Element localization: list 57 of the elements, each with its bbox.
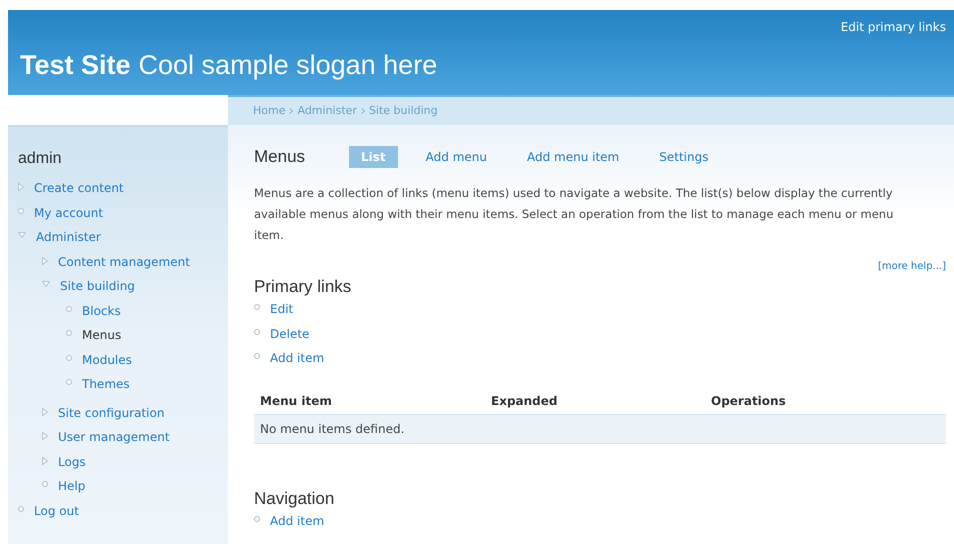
triangle-right-icon bbox=[42, 256, 48, 264]
column-header: Menu item bbox=[259, 392, 333, 410]
circle-bullet-icon bbox=[18, 506, 24, 512]
column-header: Expanded bbox=[490, 392, 558, 410]
sidebar-menu-link[interactable]: Content management bbox=[58, 254, 190, 268]
description-paragraph: Menus are a collection of links (menu items) used to navigate a website. The list(s) below display the currently available menus along with their menu items. Select an operation from the list to manage each menu or menu item. bbox=[254, 185, 894, 244]
sidebar-menu-link[interactable]: User management bbox=[58, 430, 170, 444]
breadcrumb-link[interactable]: Administer bbox=[297, 102, 357, 120]
column-header: Operations bbox=[710, 392, 786, 410]
sidebar-menu-link[interactable]: Menus bbox=[82, 328, 122, 342]
sidebar-menu-link[interactable]: Site building bbox=[60, 279, 135, 293]
sidebar-menu-link[interactable]: Modules bbox=[82, 352, 132, 366]
menu-operation-link[interactable]: Add item bbox=[270, 351, 324, 365]
sidebar-title: admin bbox=[18, 149, 63, 169]
sidebar-menu-link[interactable]: My account bbox=[34, 206, 104, 220]
sidebar-menu-link[interactable]: Site configuration bbox=[58, 406, 164, 420]
chevron-separator-icon bbox=[289, 108, 294, 114]
circle-bullet-icon bbox=[66, 379, 72, 385]
sidebar-menu-link[interactable]: Create content bbox=[34, 181, 124, 195]
menu-operation-link[interactable]: Add item bbox=[270, 514, 324, 528]
primary-link[interactable]: Edit primary links bbox=[840, 18, 946, 36]
triangle-down-icon bbox=[42, 281, 50, 287]
sidebar-menu-link[interactable]: Help bbox=[58, 479, 86, 493]
circle-bullet-icon bbox=[18, 208, 24, 214]
tab[interactable]: Settings bbox=[647, 146, 720, 168]
menu-title: Navigation bbox=[254, 488, 336, 510]
triangle-right-icon bbox=[42, 456, 48, 464]
circle-bullet-icon bbox=[66, 330, 72, 336]
tab[interactable]: Add menu bbox=[414, 146, 499, 168]
triangle-right-icon bbox=[18, 183, 24, 191]
site-name[interactable]: Test Site bbox=[20, 50, 131, 80]
circle-bullet-icon bbox=[254, 304, 260, 310]
menu-title: Primary links bbox=[254, 276, 352, 298]
circle-bullet-icon bbox=[254, 353, 260, 359]
sidebar-menu-link[interactable]: Themes bbox=[82, 377, 130, 391]
triangle-right-icon bbox=[42, 408, 48, 416]
circle-bullet-icon bbox=[66, 354, 72, 360]
circle-bullet-icon bbox=[42, 481, 48, 487]
sidebar-menu-link[interactable]: Blocks bbox=[82, 304, 121, 318]
table-cell: No menu items defined. bbox=[254, 414, 946, 444]
menu-operation-link[interactable]: Delete bbox=[270, 326, 310, 340]
more-help-link[interactable]: [more help...] bbox=[878, 259, 946, 274]
circle-bullet-icon bbox=[254, 516, 260, 522]
chevron-separator-icon bbox=[360, 108, 365, 114]
site-slogan: Cool sample slogan here bbox=[138, 50, 438, 80]
breadcrumb-link[interactable]: Home bbox=[253, 102, 286, 120]
triangle-down-icon bbox=[18, 232, 26, 238]
breadcrumb-link[interactable]: Site building bbox=[368, 102, 438, 120]
triangle-right-icon bbox=[42, 432, 48, 440]
menu-operation-link[interactable]: Edit bbox=[270, 302, 294, 316]
circle-bullet-icon bbox=[66, 306, 72, 312]
sidebar-menu-link[interactable]: Log out bbox=[34, 504, 79, 518]
circle-bullet-icon bbox=[254, 328, 260, 334]
sidebar-menu-link[interactable]: Logs bbox=[58, 454, 86, 468]
tab[interactable]: Add menu item bbox=[514, 146, 632, 168]
page-title: Menus bbox=[254, 146, 306, 168]
sidebar-menu-link[interactable]: Administer bbox=[36, 230, 101, 244]
